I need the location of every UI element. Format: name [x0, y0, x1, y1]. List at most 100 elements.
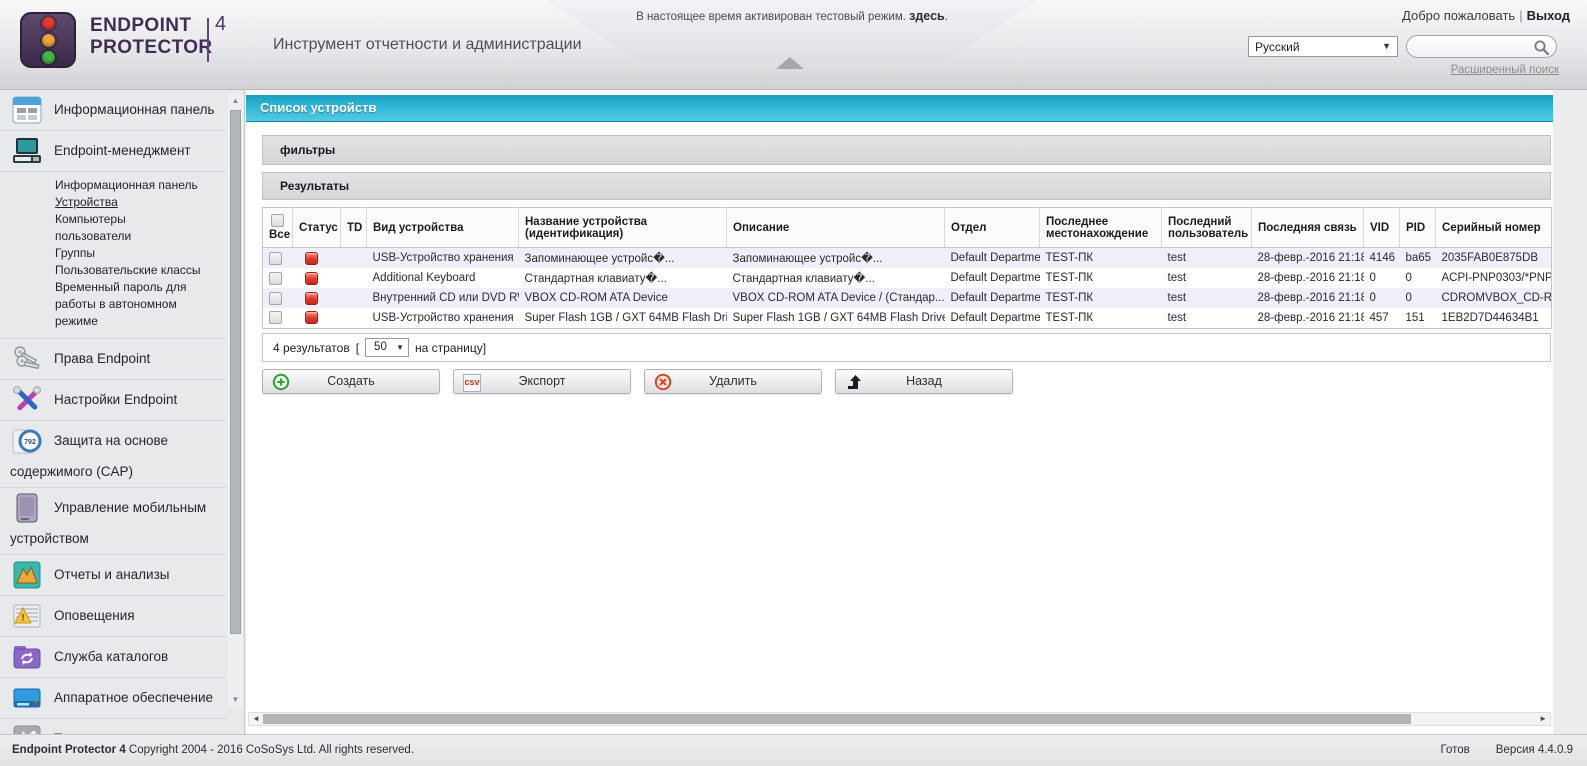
export-button[interactable]: csv Экспорт: [453, 369, 631, 394]
status-blocked-icon: [304, 251, 318, 265]
per-page-select[interactable]: 50 ▼: [365, 338, 410, 357]
results-section-header[interactable]: Результаты: [262, 172, 1551, 200]
per-page-suffix: на страницу]: [415, 340, 487, 355]
scroll-left-icon[interactable]: ◄: [252, 714, 260, 723]
cell-serial: ACPI-PNP0303/*PNP030...: [1441, 272, 1552, 284]
sidebar-item-dashboard[interactable]: Информационная панель: [0, 90, 226, 131]
select-all-checkbox[interactable]: [271, 214, 284, 227]
sidebar-item-label: Отчеты и анализы: [54, 567, 170, 583]
sidebar-scrollbar-thumb[interactable]: [230, 110, 241, 634]
create-button[interactable]: Создать: [262, 369, 440, 394]
cell-last-location: TEST-ПК: [1045, 252, 1094, 264]
cell-department: Default Department: [950, 252, 1040, 264]
sidebar-item-system-maintenance[interactable]: Техническое обслуживание системы: [0, 719, 226, 734]
sidebar-item-mobile-device-management[interactable]: Управление мобильным устройством: [0, 488, 226, 555]
cell-device-type: USB-Устройство хранения: [372, 252, 514, 264]
table-row[interactable]: Внутренний CD или DVD RW VBOX CD-ROM ATA…: [262, 288, 1552, 308]
submenu-item-dashboard[interactable]: Информационная панель: [55, 177, 222, 194]
directory-icon: [10, 640, 44, 674]
cell-vid: 457: [1369, 311, 1389, 324]
delete-button-label: Удалить: [709, 374, 757, 388]
submenu-item-computers[interactable]: Компьютеры: [55, 211, 222, 228]
sidebar-item-directory-services[interactable]: Служба каталогов: [0, 637, 226, 678]
table-row[interactable]: Additional Keyboard Стандартная клавиату…: [263, 268, 1552, 288]
copyright-product: Endpoint Protector 4: [12, 744, 126, 756]
sidebar-item-label: Права Endpoint: [54, 351, 151, 367]
row-checkbox[interactable]: [269, 251, 282, 265]
cell-pid: ba65: [1405, 252, 1432, 264]
filters-section-header[interactable]: фильтры: [262, 135, 1551, 165]
submenu-item-groups[interactable]: Группы: [55, 245, 222, 262]
cell-pid: 0: [1405, 272, 1412, 284]
banner-period: .: [944, 11, 948, 23]
sidebar-item-label: Аппаратное обеспечение: [54, 690, 214, 706]
cell-td: [341, 268, 367, 288]
page-title: Список устройств: [246, 95, 1553, 122]
cell-device-type: Внутренний CD или DVD RW: [372, 292, 519, 304]
search-icon[interactable]: [1533, 39, 1550, 56]
submenu-item-devices[interactable]: Устройства: [55, 194, 222, 211]
results-count: 4 результатов: [273, 340, 350, 355]
brand-name: ENDPOINT PROTECTOR: [90, 15, 213, 59]
sidebar-item-reports[interactable]: Отчеты и анализы: [0, 555, 226, 596]
cell-last-user: test: [1167, 272, 1187, 284]
brand-divider: [207, 18, 209, 62]
test-mode-banner: В настоящее время активирован тестовый р…: [545, 0, 1039, 62]
logout-link[interactable]: Выход: [1527, 8, 1570, 23]
column-device-name: Название устройства (идентификация): [518, 207, 727, 248]
cell-last-user: test: [1167, 311, 1187, 324]
cell-description: Super Flash 1GB / GXT 64MB Flash Drive .…: [732, 311, 945, 324]
search-input[interactable]: [1417, 38, 1532, 55]
chevron-down-icon: ▼: [396, 343, 405, 352]
row-checkbox[interactable]: [269, 291, 282, 305]
status-text: Готов: [1440, 744, 1470, 756]
banner-link[interactable]: здесь: [909, 9, 945, 23]
scroll-right-icon[interactable]: ►: [1539, 714, 1547, 723]
sidebar-scrollbar[interactable]: ▲ ▼: [228, 94, 243, 706]
sidebar-item-endpoint-management[interactable]: Endpoint-менеджмент: [0, 131, 226, 172]
submenu-item-custom-classes[interactable]: Пользовательские классы: [55, 262, 222, 279]
sidebar-item-hardware[interactable]: Аппаратное обеспечение: [0, 678, 226, 719]
scroll-down-icon[interactable]: ▼: [228, 695, 243, 704]
horizontal-scrollbar-thumb[interactable]: [263, 714, 1411, 724]
banner-collapse-arrow-icon[interactable]: [776, 57, 804, 69]
submenu-item-users[interactable]: пользователи: [55, 228, 222, 245]
table-row[interactable]: USB-Устройство хранения Super Flash 1GB …: [263, 308, 1552, 328]
welcome-bar: Добро пожаловать | Выход: [1402, 8, 1570, 23]
sidebar-nav: Информационная панель Endpoint-менеджмен…: [0, 90, 226, 734]
delete-button[interactable]: Удалить: [644, 369, 822, 394]
column-select-all: Все: [262, 207, 293, 248]
cell-device-name: VBOX CD-ROM ATA Device: [524, 292, 668, 304]
horizontal-scrollbar[interactable]: ◄ ►: [248, 712, 1551, 726]
endpoint-protector-app: ENDPOINT PROTECTOR 4 Инструмент отчетнос…: [0, 0, 1587, 766]
language-select[interactable]: Русский ▼: [1248, 36, 1398, 57]
sidebar-item-alerts[interactable]: ! Оповещения: [0, 596, 226, 637]
sidebar-item-endpoint-rights[interactable]: Права Endpoint: [0, 339, 226, 380]
row-checkbox[interactable]: [269, 311, 282, 325]
cell-vid: 0: [1369, 272, 1376, 284]
table-row[interactable]: USB-Устройство хранения Запоминающее уст…: [262, 247, 1552, 268]
cell-last-user: test: [1167, 252, 1187, 264]
column-description: Описание: [726, 207, 945, 248]
column-pid: PID: [1399, 207, 1436, 248]
gauge-badge: 792: [24, 439, 36, 446]
cell-last-location: TEST-ПК: [1045, 292, 1094, 304]
column-device-type: Вид устройства: [366, 207, 519, 248]
row-checkbox[interactable]: [269, 271, 282, 285]
scroll-up-icon[interactable]: ▲: [228, 96, 243, 105]
per-page-value: 50: [374, 341, 387, 353]
column-label: Все: [269, 229, 291, 241]
submenu-item-offline-password[interactable]: Временный пароль для работы в автономном…: [55, 279, 222, 330]
status-blocked-icon: [304, 311, 318, 325]
sidebar-item-endpoint-settings[interactable]: Настройки Endpoint: [0, 380, 226, 421]
cell-pid: 151: [1405, 311, 1425, 324]
cell-pid: 0: [1405, 292, 1412, 304]
sidebar-item-cap[interactable]: 792 Защита на основе содержимого (CAP): [0, 421, 226, 488]
welcome-separator: |: [1519, 8, 1523, 23]
cell-description: Запоминающее устройс�...: [732, 253, 883, 265]
advanced-search-link[interactable]: Расширенный поиск: [1451, 64, 1559, 76]
cell-serial: 1EB2D7D44634B1: [1441, 311, 1539, 324]
search-box: [1406, 35, 1557, 58]
sidebar-item-label: Информационная панель: [54, 102, 215, 118]
back-button[interactable]: Назад: [835, 369, 1013, 394]
